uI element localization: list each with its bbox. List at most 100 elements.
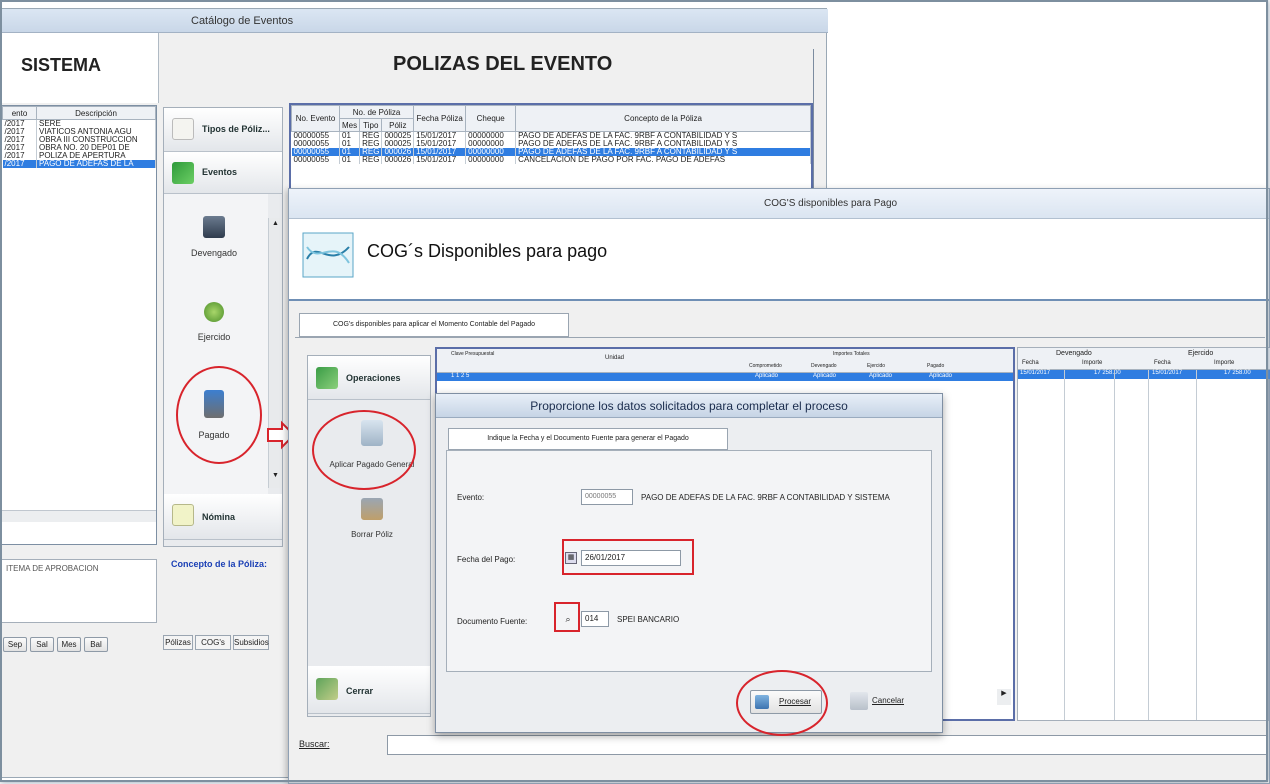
events-row[interactable]: /2017 VIATICOS ANTONIA AGU <box>2 128 156 136</box>
right-grid-selected-row[interactable]: 15/01/2017 17 258.00 15/01/2017 17 258.0… <box>1018 370 1270 379</box>
events-cell: PAGO DE ADEFAS DE LA <box>36 160 156 168</box>
events-row[interactable]: /2017 SERE <box>2 119 156 128</box>
events-col-descripcion[interactable]: Descripción <box>36 106 156 120</box>
col-fecha-dev[interactable]: Fecha <box>1022 360 1039 366</box>
polizas-evento-header: POLIZAS DEL EVENTO <box>393 53 613 75</box>
buscar-input[interactable] <box>387 735 1267 755</box>
col-importes[interactable]: Importes Totales <box>833 351 870 357</box>
polizas-cell: 00000055 <box>291 148 340 156</box>
borrar-icon <box>361 498 383 520</box>
col-pagado[interactable]: Pagado <box>927 363 944 369</box>
col-importe-dev[interactable]: Importe <box>1082 360 1102 366</box>
events-row[interactable]: /2017 PAGO DE ADEFAS DE LA <box>2 160 156 168</box>
col-group-devengado[interactable]: Devengado <box>1056 350 1092 357</box>
window2-titlebar: COG'S disponibles para Pago <box>289 189 1269 219</box>
cogs-selected-row[interactable]: 1 1 2 5 Aplicado Aplicado Aplicado Aplic… <box>437 373 1013 381</box>
cogs-tab[interactable]: COG's disponibles para aplicar el Moment… <box>299 313 569 337</box>
window1-title: Catálogo de Eventos <box>191 15 294 27</box>
bottom-tab[interactable]: COG's <box>195 635 231 650</box>
polizas-table[interactable]: No. Evento No. de Póliza Fecha Póliza Ch… <box>289 103 813 193</box>
events-hscrollbar[interactable] <box>2 510 156 522</box>
events-cell: /2017 <box>2 144 37 152</box>
polizas-cell: 01 <box>339 131 361 140</box>
pol-col-cheque[interactable]: Cheque <box>465 105 517 132</box>
events-row[interactable]: /2017 OBRA NO. 20 DEP01 DE <box>2 144 156 152</box>
events-col-ento[interactable]: ento <box>2 106 37 120</box>
polizas-cell: CANCELACION DE PAGO POR FAC. PAGO DE ADE… <box>515 156 811 164</box>
fecha-pago-label: Fecha del Pago: <box>457 555 516 564</box>
scroll-up-icon[interactable]: ▲ <box>269 220 282 232</box>
scroll-down-icon[interactable]: ▼ <box>269 472 282 484</box>
pol-col-mes[interactable]: Mes <box>338 118 361 132</box>
events-row[interactable]: /2017 OBRA III CONSTRUCCION <box>2 136 156 144</box>
col-comprometido[interactable]: Comprometido <box>749 363 782 369</box>
tab-line <box>295 337 1265 338</box>
nomina-button[interactable]: Nómina <box>164 494 282 540</box>
col-importe-ejer[interactable]: Importe <box>1214 360 1234 366</box>
ejercido-tool[interactable]: Ejercido <box>184 302 244 342</box>
polizas-cell: 00000000 <box>465 156 517 164</box>
col-group-ejercido[interactable]: Ejercido <box>1188 350 1213 357</box>
pol-col-concepto[interactable]: Concepto de la Póliza <box>515 105 811 132</box>
col-devengado[interactable]: Devengado <box>811 363 837 369</box>
devengado-ejercido-grid[interactable]: Devengado Ejercido Fecha Importe Fecha I… <box>1017 347 1270 721</box>
nomina-icon <box>172 504 194 526</box>
pol-col-tipo[interactable]: Tipo <box>359 118 383 132</box>
dialog-tab[interactable]: Indique la Fecha y el Documento Fuente p… <box>448 428 728 450</box>
operaciones-button[interactable]: Operaciones <box>308 356 430 400</box>
events-row[interactable]: /2017 POLIZA DE APERTURA <box>2 152 156 160</box>
nomina-label: Nómina <box>202 512 236 522</box>
documento-fuente-label: Documento Fuente: <box>457 617 528 626</box>
bottom-tab[interactable]: Pólizas <box>163 635 193 650</box>
polizas-row[interactable]: 00000055 01 REG 000026 15/01/2017 00000000 CAN… <box>291 156 811 164</box>
events-cell: OBRA III CONSTRUCCION <box>36 136 156 144</box>
polizas-cell: REG <box>359 156 383 164</box>
nav-button[interactable]: Mes <box>57 637 81 652</box>
cerrar-button[interactable]: Cerrar <box>308 666 430 714</box>
tipos-poliza-button[interactable]: Tipos de Póliz... <box>164 108 282 152</box>
dialog-titlebar: Proporcione los datos solicitados para c… <box>436 394 942 418</box>
window2-header-band: COG´s Disponibles para pago <box>289 219 1269 301</box>
polizas-cell: PAGO DE ADEFAS DE LA FAC. 9RBF A CONTABI… <box>515 148 811 156</box>
nav-button[interactable]: Sep <box>3 637 27 652</box>
bottom-tab[interactable]: Subsidios <box>233 635 269 650</box>
row-comprometido: Aplicado <box>755 373 779 379</box>
polizas-cell: 00000000 <box>465 140 517 148</box>
header-divider <box>813 49 814 189</box>
sistema-header-panel: SISTEMA <box>1 33 159 103</box>
pol-col-poliza[interactable]: No. de Póliza <box>338 105 415 119</box>
nav-button[interactable]: Sal <box>30 637 54 652</box>
events-table[interactable]: ento Descripción /2017 SERE/2017 VIATICOS … <box>1 105 157 545</box>
col-ejercido[interactable]: Ejercido <box>867 363 885 369</box>
col-fecha-ejer[interactable]: Fecha <box>1154 360 1171 366</box>
eventos-button[interactable]: Eventos <box>164 152 282 194</box>
polizas-row[interactable]: 00000055 01 REG 000025 15/01/2017 00000000 PAG… <box>291 131 811 140</box>
pol-col-polizno[interactable]: Póliz <box>381 118 415 132</box>
events-cell: /2017 <box>2 119 37 128</box>
evento-description: PAGO DE ADEFAS DE LA FAC. 9RBF A CONTABI… <box>641 493 890 502</box>
events-cell: VIATICOS ANTONIA AGU <box>36 128 156 136</box>
highlight-ring-aplicar <box>312 410 416 490</box>
nav-button[interactable]: Bal <box>84 637 108 652</box>
col-clave[interactable]: Clave Presupuestal <box>451 351 494 357</box>
pol-col-evento[interactable]: No. Evento <box>291 105 340 132</box>
pol-col-fecha[interactable]: Fecha Póliza <box>413 105 467 132</box>
grid-scroll-icon[interactable]: ▶ <box>997 689 1011 705</box>
polizas-cell: REG <box>359 131 383 140</box>
highlight-rect-lookup <box>554 602 580 632</box>
events-cell: OBRA NO. 20 DEP01 DE <box>36 144 156 152</box>
documento-fuente-input[interactable]: 014 <box>581 611 609 627</box>
polizas-row[interactable]: 00000055 01 REG 000026 15/01/2017 00000000 PAG… <box>291 148 811 156</box>
polizas-cell: 000026 <box>381 156 415 164</box>
cogs-grid-header: Clave Presupuestal Unidad Importes Total… <box>437 349 1013 373</box>
devengado-tool[interactable]: Devengado <box>184 216 244 258</box>
polizas-row[interactable]: 00000055 01 REG 000025 15/01/2017 00000000 PAG… <box>291 140 811 148</box>
row-clave: 1 1 2 5 <box>451 373 470 379</box>
col-unidad[interactable]: Unidad <box>605 355 624 361</box>
right-grid-header: Devengado Ejercido Fecha Importe Fecha I… <box>1018 348 1270 370</box>
cancelar-button[interactable]: Cancelar <box>846 690 918 714</box>
borrar-poliza-tool[interactable]: Borrar Póliz <box>324 498 420 539</box>
polizas-cell: 15/01/2017 <box>413 156 467 164</box>
events-cell: /2017 <box>2 128 37 136</box>
cogs-logo-icon <box>299 229 357 281</box>
